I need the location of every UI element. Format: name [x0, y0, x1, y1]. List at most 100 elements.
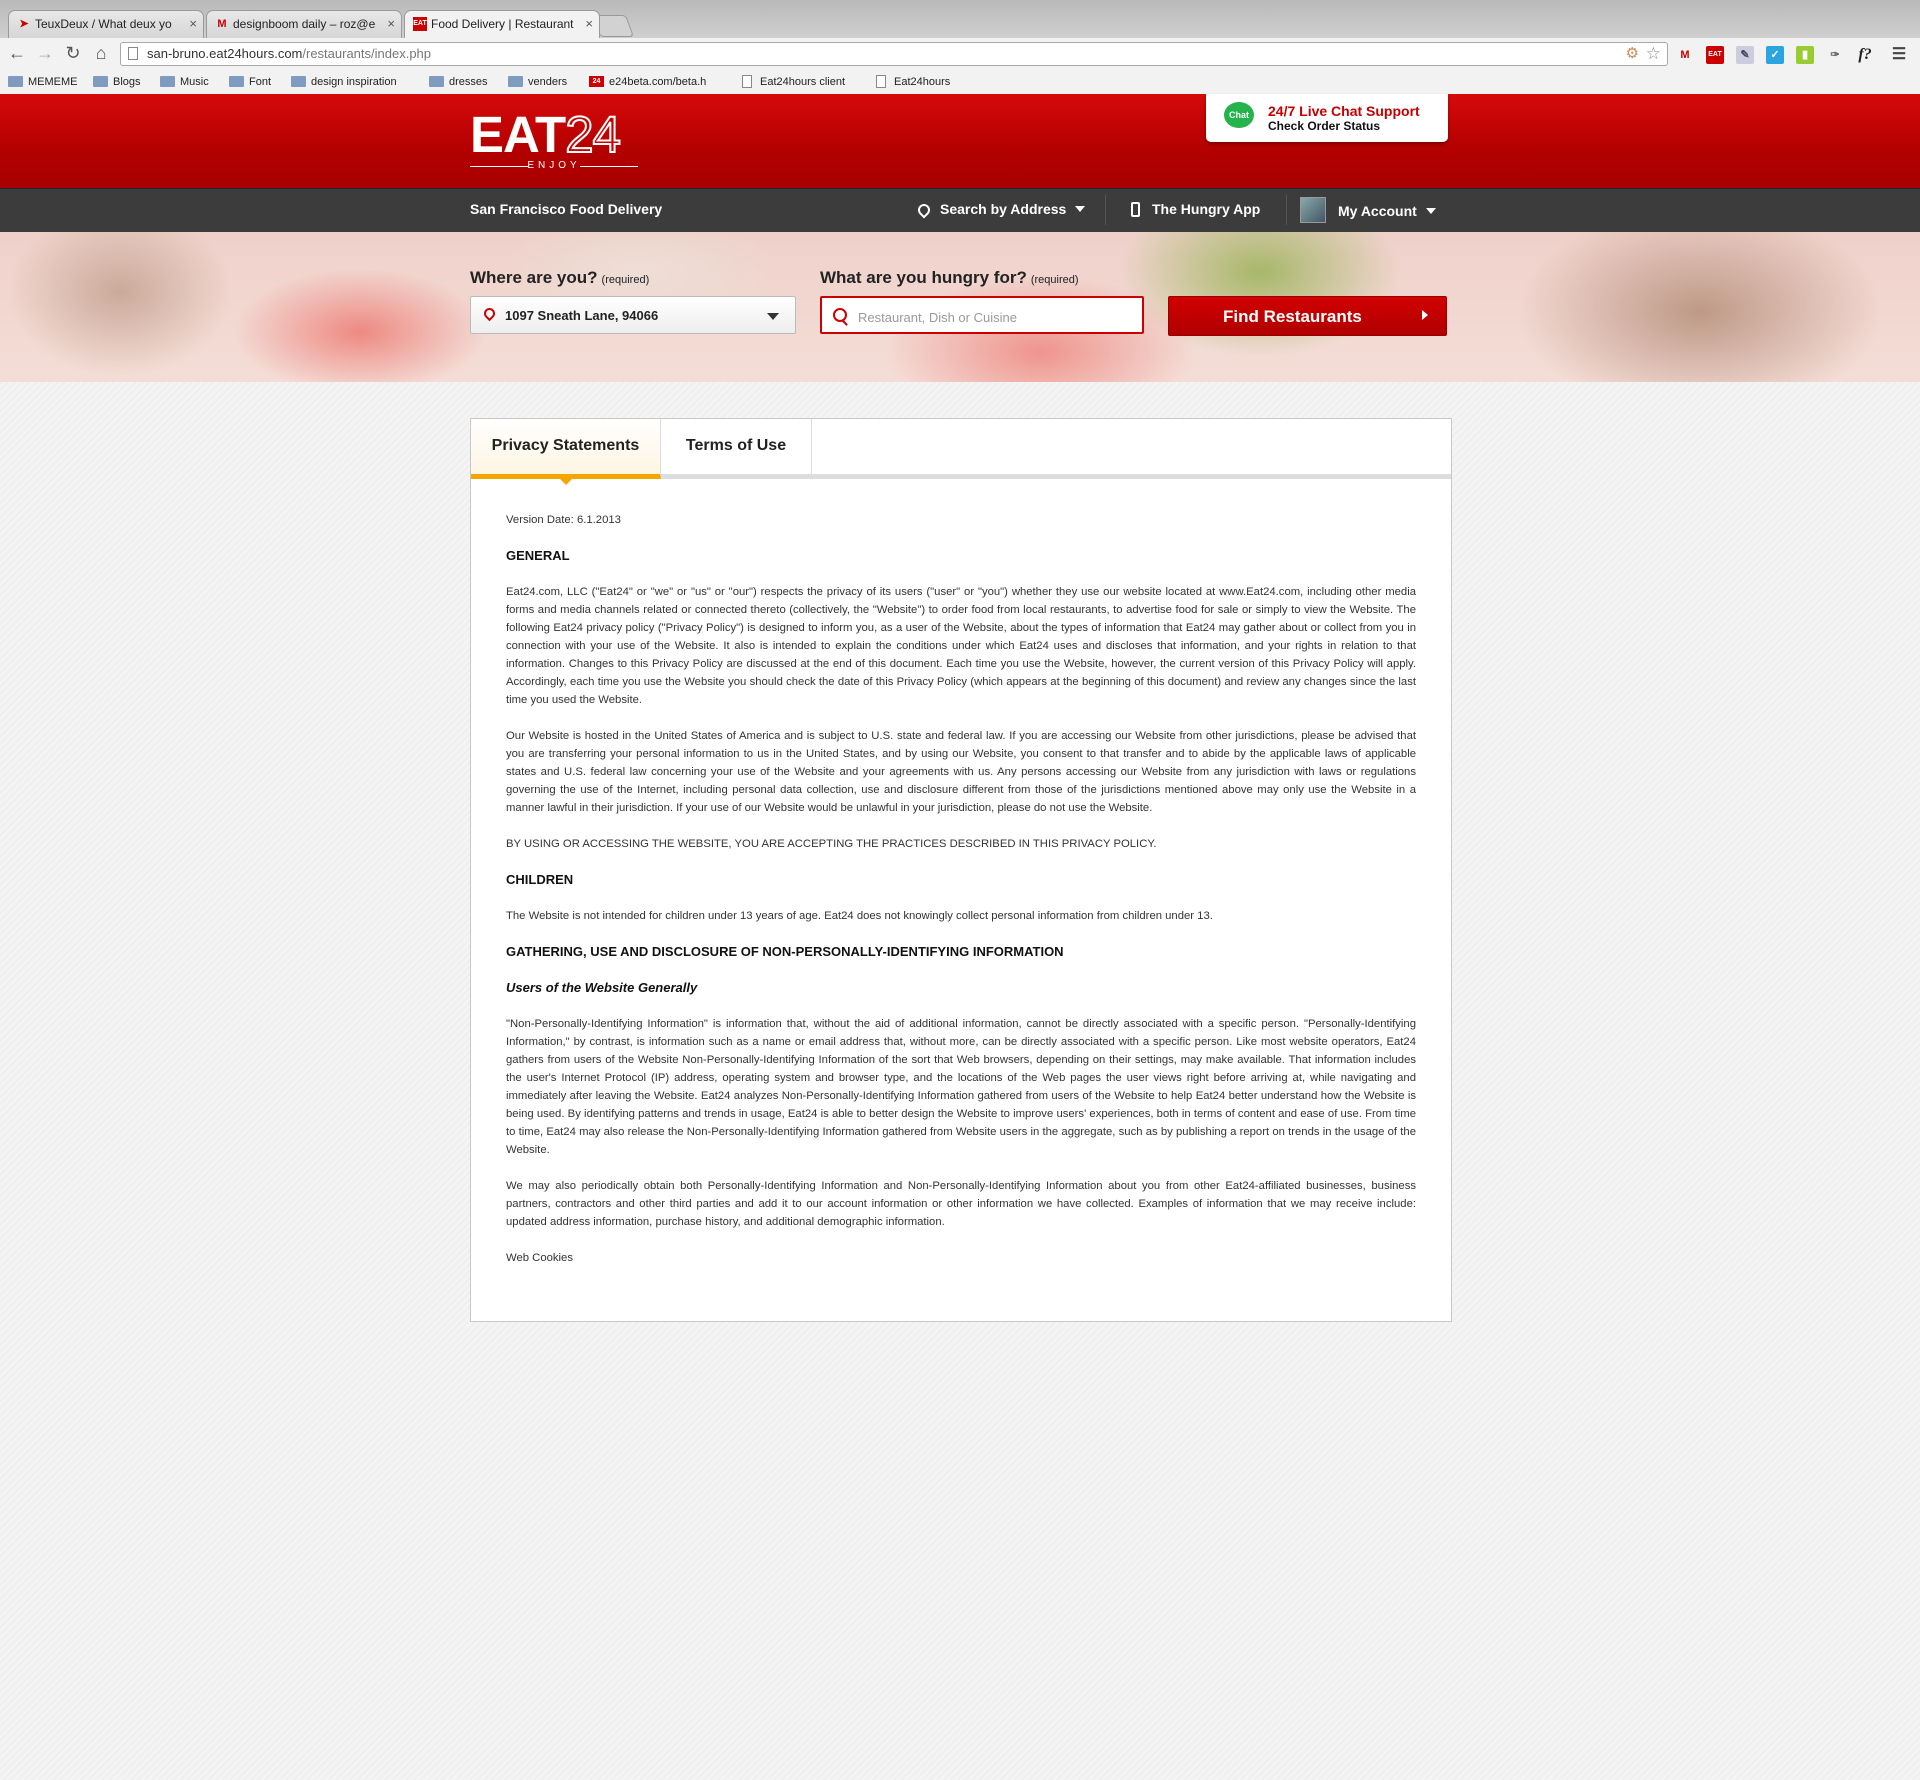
- bookmark-label: MEMEME: [28, 76, 78, 88]
- main-nav: San Francisco Food Delivery Search by Ad…: [0, 188, 1920, 232]
- bookmark-folder-font[interactable]: Font: [229, 74, 271, 90]
- reload-icon[interactable]: ↻: [62, 42, 84, 64]
- browser-tab-eat24[interactable]: EAT Food Delivery | Restaurant ×: [404, 10, 600, 38]
- location-value: 1097 Sneath Lane, 94066: [505, 308, 659, 323]
- what-label-text: What are you hungry for?: [820, 268, 1027, 287]
- nav-label: The Hungry App: [1152, 201, 1261, 217]
- version-date: Version Date: 6.1.2013: [506, 514, 621, 526]
- bookmark-folder-venders[interactable]: venders: [508, 74, 567, 90]
- whatfont-extension-icon[interactable]: f?: [1856, 46, 1874, 64]
- bookmark-folder-music[interactable]: Music: [160, 74, 209, 90]
- folder-icon: [160, 76, 175, 87]
- find-restaurants-button[interactable]: Find Restaurants: [1168, 296, 1447, 336]
- bookmark-label: e24beta.com/beta.h: [609, 76, 707, 88]
- required-note: (required): [1030, 274, 1079, 286]
- hungry-app-link[interactable]: The Hungry App: [1131, 201, 1260, 217]
- dropper-extension-icon[interactable]: ✑: [1826, 46, 1844, 64]
- map-pin-icon: [915, 201, 933, 219]
- bookmark-star-icon[interactable]: ☆: [1646, 43, 1661, 65]
- close-icon[interactable]: ×: [387, 11, 395, 37]
- paragraph: The Website is not intended for children…: [506, 910, 1213, 922]
- teuxdeux-icon: ➤: [19, 18, 29, 30]
- where-label-text: Where are you?: [470, 268, 598, 287]
- gmail-extension-icon[interactable]: M: [1676, 46, 1694, 64]
- tab-title: TeuxDeux / What deux yo: [35, 17, 172, 31]
- map-pin-icon: [481, 305, 498, 322]
- logo-tagline: ENJOY: [470, 160, 638, 171]
- bookmark-e24beta[interactable]: 24 e24beta.com/beta.h: [589, 74, 706, 90]
- bookmark-eat24hours-client[interactable]: Eat24hours client: [740, 74, 845, 90]
- browser-toolbar: ← → ↻ ⌂ san-bruno.eat24hours.com/restaur…: [0, 38, 1920, 70]
- chevron-down-icon: [767, 313, 779, 320]
- bookmark-folder-dresses[interactable]: dresses: [429, 74, 488, 90]
- required-note: (required): [601, 274, 650, 286]
- bookmark-label: Music: [180, 76, 209, 88]
- city-title: San Francisco Food Delivery: [470, 201, 663, 217]
- bookmark-label: dresses: [449, 76, 488, 88]
- home-icon[interactable]: ⌂: [90, 42, 112, 64]
- paragraph: "Non-Personally-Identifying Information"…: [506, 1018, 1416, 1156]
- bookmark-label: design inspiration: [311, 76, 397, 88]
- chevron-down-icon: [1075, 206, 1086, 212]
- nav-label: My Account: [1338, 203, 1417, 219]
- address-bar[interactable]: san-bruno.eat24hours.com/restaurants/ind…: [120, 42, 1668, 66]
- bookmark-label: Eat24hours client: [760, 76, 845, 88]
- bookmark-eat24hours[interactable]: Eat24hours: [874, 74, 950, 90]
- tab-privacy-statements[interactable]: Privacy Statements: [471, 419, 661, 485]
- eat24-icon: 24: [589, 76, 604, 87]
- folder-icon: [8, 76, 23, 87]
- nav-divider: [1286, 195, 1287, 225]
- web-cookies-label: Web Cookies: [506, 1252, 573, 1264]
- search-icon: [833, 308, 847, 322]
- section-heading-children: CHILDREN: [506, 872, 574, 887]
- close-icon[interactable]: ×: [585, 11, 593, 37]
- tab-title: Food Delivery | Restaurant: [431, 17, 574, 31]
- paragraph: We may also periodically obtain both Per…: [506, 1180, 1416, 1228]
- eat24-extension-icon[interactable]: EAT: [1706, 46, 1724, 64]
- chat-bubble-icon: Chat: [1224, 102, 1254, 128]
- live-chat-box[interactable]: Chat 24/7 Live Chat Support Check Order …: [1206, 94, 1448, 142]
- bookmark-label: Font: [249, 76, 272, 88]
- nav-label: Search by Address: [940, 201, 1067, 217]
- bookmark-label: venders: [528, 76, 568, 88]
- my-account-menu[interactable]: My Account: [1300, 197, 1436, 223]
- logo-text: EAT: [470, 106, 566, 163]
- policy-document: Version Date: 6.1.2013 GENERAL Eat24.com…: [506, 511, 1416, 1285]
- tab-title: designboom daily – roz@e: [233, 17, 376, 31]
- bookmark-folder-blogs[interactable]: Blogs: [93, 74, 141, 90]
- extension-gear-icon[interactable]: ⚙: [1626, 43, 1639, 65]
- section-heading-general: GENERAL: [506, 548, 570, 563]
- bookmark-folder-design-inspiration[interactable]: design inspiration: [291, 74, 397, 90]
- back-icon[interactable]: ←: [6, 42, 28, 64]
- bookmark-folder-mememe[interactable]: MEMEME: [8, 74, 78, 90]
- forward-icon[interactable]: →: [34, 42, 56, 64]
- avatar: [1300, 197, 1326, 223]
- section-heading-gathering: GATHERING, USE AND DISCLOSURE OF NON-PER…: [506, 944, 1064, 959]
- close-icon[interactable]: ×: [189, 11, 197, 37]
- nav-divider: [1105, 195, 1106, 225]
- what-label: What are you hungry for? (required): [820, 268, 1079, 288]
- bookmark-label: Eat24hours: [894, 76, 951, 88]
- check-extension-icon[interactable]: ✓: [1766, 46, 1784, 64]
- folder-icon: [429, 76, 444, 87]
- food-search-field[interactable]: [820, 296, 1144, 334]
- food-search-input[interactable]: [856, 304, 1140, 330]
- hero-search-banner: Where are you? (required) What are you hu…: [0, 232, 1920, 382]
- tab-terms-of-use[interactable]: Terms of Use: [661, 419, 812, 474]
- folder-icon: [291, 76, 306, 87]
- notepad-extension-icon[interactable]: ✎: [1736, 46, 1754, 64]
- browser-tab-gmail[interactable]: M designboom daily – roz@e ×: [206, 10, 402, 38]
- menu-icon[interactable]: ☰: [1890, 46, 1908, 64]
- folder-icon: [229, 76, 244, 87]
- search-by-address-menu[interactable]: Search by Address: [915, 201, 1086, 219]
- location-select[interactable]: 1097 Sneath Lane, 94066: [470, 296, 796, 334]
- folder-icon: [93, 76, 108, 87]
- live-chat-link[interactable]: 24/7 Live Chat Support: [1268, 103, 1420, 119]
- evernote-extension-icon[interactable]: ▮: [1796, 46, 1814, 64]
- gmail-icon: M: [217, 18, 227, 30]
- eat24-logo[interactable]: EAT24 ENJOY: [470, 108, 638, 171]
- button-label: Find Restaurants: [1223, 307, 1362, 326]
- logo-number: 24: [564, 106, 622, 163]
- check-order-status-link[interactable]: Check Order Status: [1268, 119, 1380, 133]
- browser-tab-teuxdeux[interactable]: ➤ TeuxDeux / What deux yo ×: [8, 10, 204, 38]
